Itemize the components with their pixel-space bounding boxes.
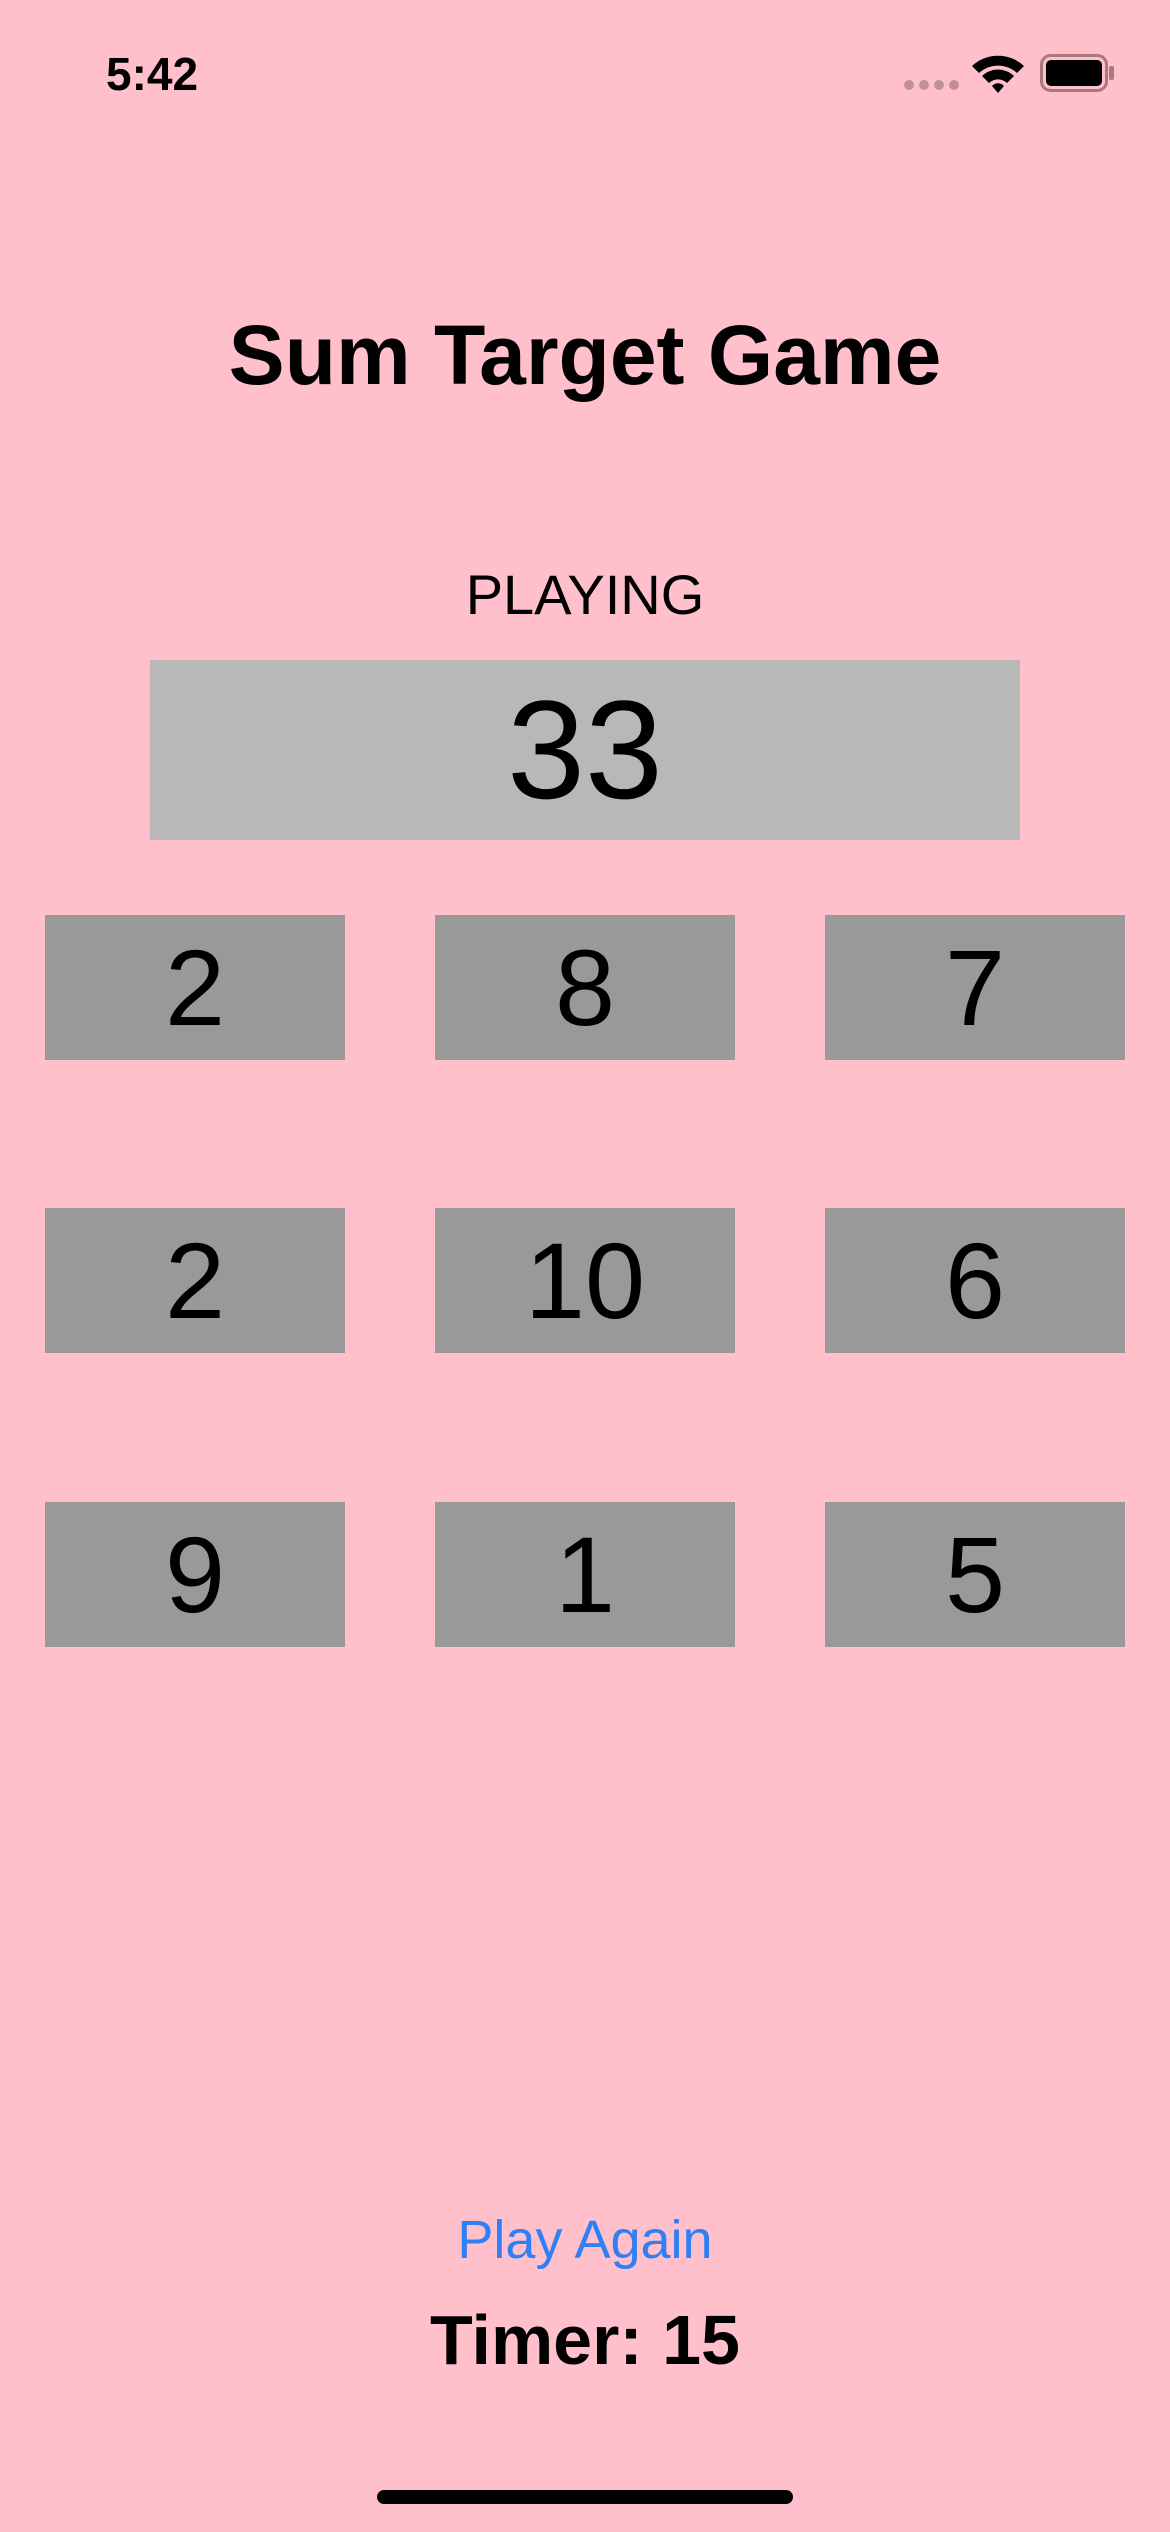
page-title: Sum Target Game xyxy=(228,308,942,402)
number-tile[interactable]: 6 xyxy=(825,1208,1125,1353)
target-sum-display: 33 xyxy=(150,660,1020,840)
status-bar-time: 5:42 xyxy=(106,48,199,100)
number-tile[interactable]: 10 xyxy=(435,1208,735,1353)
number-tile[interactable]: 7 xyxy=(825,915,1125,1060)
cellular-signal-icon xyxy=(904,80,960,90)
game-status-label: PLAYING xyxy=(465,563,705,626)
number-tile[interactable]: 5 xyxy=(825,1502,1125,1647)
play-again-button[interactable]: Play Again xyxy=(0,2205,1170,2275)
battery-icon xyxy=(1040,54,1114,92)
number-tile[interactable]: 1 xyxy=(435,1502,735,1647)
number-tile[interactable]: 2 xyxy=(45,915,345,1060)
wifi-icon xyxy=(972,55,1024,93)
home-indicator[interactable] xyxy=(377,2490,793,2504)
number-tile[interactable]: 2 xyxy=(45,1208,345,1353)
timer-label: Timer: 15 xyxy=(430,2301,740,2379)
number-tile[interactable]: 8 xyxy=(435,915,735,1060)
number-tile[interactable]: 9 xyxy=(45,1502,345,1647)
